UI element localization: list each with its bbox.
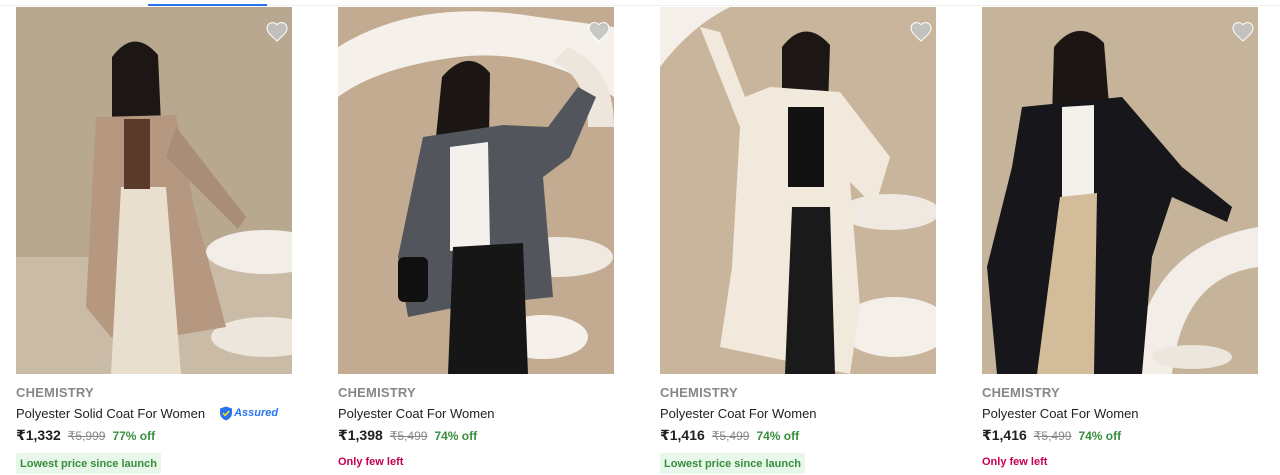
selling-price: ₹1,332 [16, 427, 61, 443]
active-tab-indicator [148, 4, 267, 6]
heart-icon [588, 22, 610, 42]
price-row: ₹1,332 ₹5,999 77% off [16, 427, 155, 445]
product-title[interactable]: Polyester Coat For Women [982, 406, 1139, 421]
stock-alert: Only few left [982, 455, 1048, 468]
wishlist-button[interactable] [1228, 17, 1258, 47]
shield-check-icon [220, 406, 233, 420]
product-title-row: Polyester Solid Coat For Women Assured [16, 404, 292, 422]
product-card[interactable]: CHEMISTRY Polyester Coat For Women ₹1,39… [338, 7, 618, 475]
product-title-row: Polyester Coat For Women [338, 404, 614, 422]
price-row: ₹1,416 ₹5,499 74% off [660, 427, 799, 445]
product-title[interactable]: Polyester Coat For Women [660, 406, 817, 421]
product-photo-coat-beige [16, 7, 292, 374]
price-row: ₹1,398 ₹5,499 74% off [338, 427, 477, 445]
product-title[interactable]: Polyester Coat For Women [338, 406, 495, 421]
selling-price: ₹1,416 [982, 427, 1027, 443]
product-card[interactable]: CHEMISTRY Polyester Coat For Women ₹1,41… [660, 7, 940, 475]
wishlist-button[interactable] [584, 17, 614, 47]
price-row: ₹1,416 ₹5,499 74% off [982, 427, 1121, 445]
product-brand: CHEMISTRY [16, 385, 94, 400]
lowest-price-badge: Lowest price since launch [660, 453, 805, 474]
wishlist-button[interactable] [262, 17, 292, 47]
product-photo-coat-cream [660, 7, 936, 374]
discount-percent: 74% off [1078, 429, 1122, 443]
product-image[interactable] [660, 7, 936, 374]
product-image[interactable] [982, 7, 1258, 374]
original-price: ₹5,499 [711, 429, 750, 443]
product-brand: CHEMISTRY [338, 385, 416, 400]
product-photo-coat-black [982, 7, 1258, 374]
original-price: ₹5,999 [67, 429, 106, 443]
product-card[interactable]: CHEMISTRY Polyester Solid Coat For Women… [16, 7, 296, 475]
heart-icon [1232, 22, 1254, 42]
original-price: ₹5,499 [1033, 429, 1072, 443]
selling-price: ₹1,416 [660, 427, 705, 443]
original-price: ₹5,499 [389, 429, 428, 443]
discount-percent: 77% off [112, 429, 156, 443]
heart-icon [266, 22, 288, 42]
product-grid: CHEMISTRY Polyester Solid Coat For Women… [0, 7, 1280, 475]
discount-percent: 74% off [434, 429, 478, 443]
assured-badge: Assured [219, 406, 278, 421]
product-image[interactable] [338, 7, 614, 374]
wishlist-button[interactable] [906, 17, 936, 47]
product-card[interactable]: CHEMISTRY Polyester Coat For Women ₹1,41… [982, 7, 1262, 475]
product-title-row: Polyester Coat For Women [982, 404, 1258, 422]
discount-percent: 74% off [756, 429, 800, 443]
product-title-row: Polyester Coat For Women [660, 404, 936, 422]
heart-icon [910, 22, 932, 42]
product-brand: CHEMISTRY [660, 385, 738, 400]
stock-alert: Only few left [338, 455, 404, 468]
product-title[interactable]: Polyester Solid Coat For Women [16, 406, 205, 421]
selling-price: ₹1,398 [338, 427, 383, 443]
assured-label: Assured [234, 407, 279, 419]
product-brand: CHEMISTRY [982, 385, 1060, 400]
lowest-price-badge: Lowest price since launch [16, 453, 161, 474]
product-photo-coat-tweed [338, 7, 614, 374]
product-image[interactable] [16, 7, 292, 374]
